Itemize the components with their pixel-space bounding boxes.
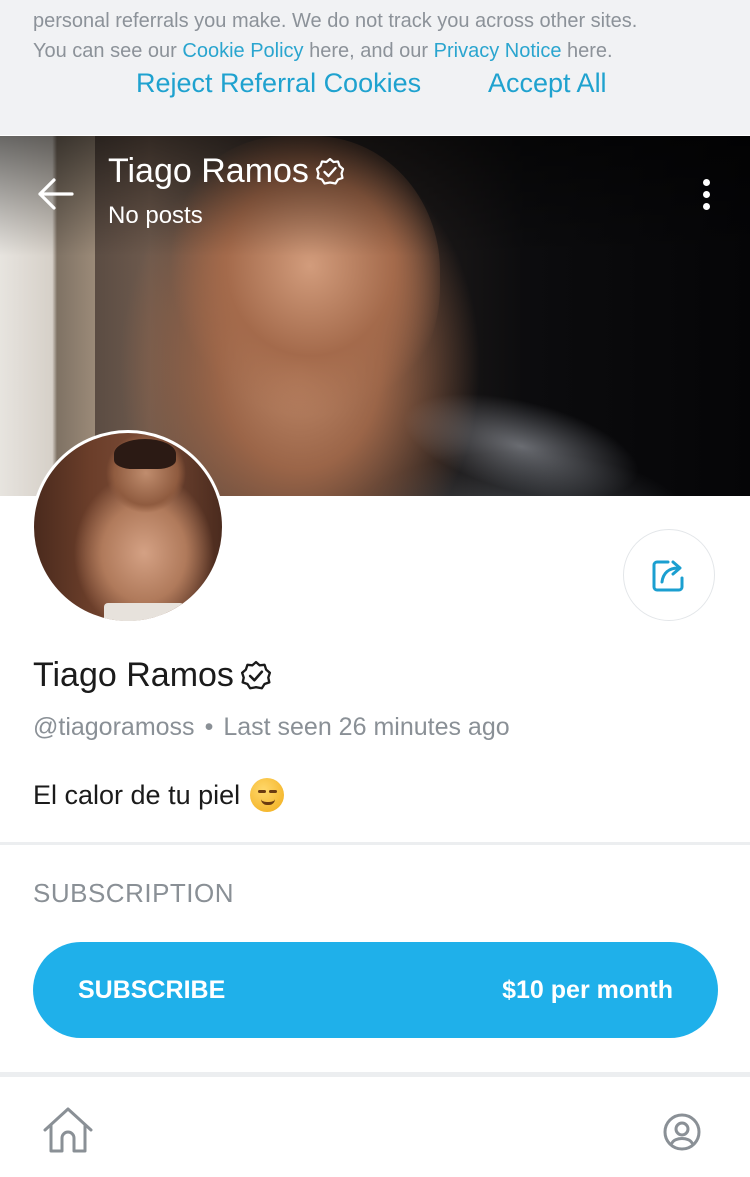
cookie-text: personal referrals you make. We do not t… (33, 6, 723, 66)
share-button[interactable] (623, 529, 715, 621)
cover-spray-mist (382, 329, 738, 496)
subscribe-button[interactable]: SUBSCRIBE $10 per month (33, 942, 718, 1038)
meta-separator: • (204, 713, 214, 741)
cookie-banner: personal referrals you make. We do not t… (0, 0, 750, 135)
accept-all-button[interactable]: Accept All (488, 68, 607, 99)
profile-name-text: Tiago Ramos (33, 656, 234, 694)
user-circle-icon (663, 1113, 701, 1151)
verified-badge-icon (240, 660, 271, 689)
nav-profile-button[interactable] (660, 1110, 704, 1154)
subscription-price: $10 per month (502, 975, 673, 1004)
profile-name: Tiago Ramos (33, 656, 272, 695)
cookie-text-middle: here, and our (303, 40, 434, 62)
back-button[interactable] (30, 172, 80, 216)
section-divider (0, 842, 750, 845)
subscription-heading: SUBSCRIPTION (33, 878, 235, 908)
cookie-text-suffix: here. (561, 40, 613, 62)
last-seen: Last seen 26 minutes ago (223, 713, 510, 741)
cookie-policy-link[interactable]: Cookie Policy (182, 40, 303, 62)
bottom-nav-divider (0, 1072, 750, 1077)
nav-home-button[interactable] (40, 1103, 96, 1159)
arrow-left-icon (38, 178, 74, 210)
cookie-text-line2: You can see our Cookie Policy here, and … (33, 36, 723, 66)
cookie-text-prefix: You can see our (33, 40, 183, 62)
cookie-actions: Reject Referral Cookies Accept All (0, 64, 750, 108)
smirk-emoji-icon (250, 778, 285, 812)
header-post-count: No posts (108, 202, 203, 229)
profile-handle: @tiagoramoss (33, 713, 195, 741)
avatar[interactable] (31, 430, 225, 624)
share-icon (652, 560, 684, 592)
reject-referral-cookies-button[interactable]: Reject Referral Cookies (136, 68, 421, 99)
profile-header-bar: Tiago Ramos No posts (0, 136, 750, 236)
avatar-towel (104, 603, 184, 621)
home-icon (43, 1107, 93, 1153)
more-vertical-icon-dot (702, 202, 710, 210)
privacy-notice-link[interactable]: Privacy Notice (434, 40, 562, 62)
more-vertical-icon-dot (702, 190, 710, 198)
header-name-text: Tiago Ramos (108, 152, 309, 190)
subscribe-label: SUBSCRIBE (78, 975, 226, 1004)
profile-bio: El calor de tu piel (33, 778, 285, 812)
more-vertical-icon (702, 178, 710, 186)
profile-meta: @tiagoramoss • Last seen 26 minutes ago (33, 713, 510, 742)
profile-bio-text: El calor de tu piel (33, 779, 241, 810)
more-options-button[interactable] (690, 172, 722, 216)
cookie-text-line1: personal referrals you make. We do not t… (33, 10, 638, 32)
avatar-hair (114, 439, 176, 469)
header-name: Tiago Ramos (108, 152, 345, 191)
verified-badge-icon (315, 157, 345, 185)
